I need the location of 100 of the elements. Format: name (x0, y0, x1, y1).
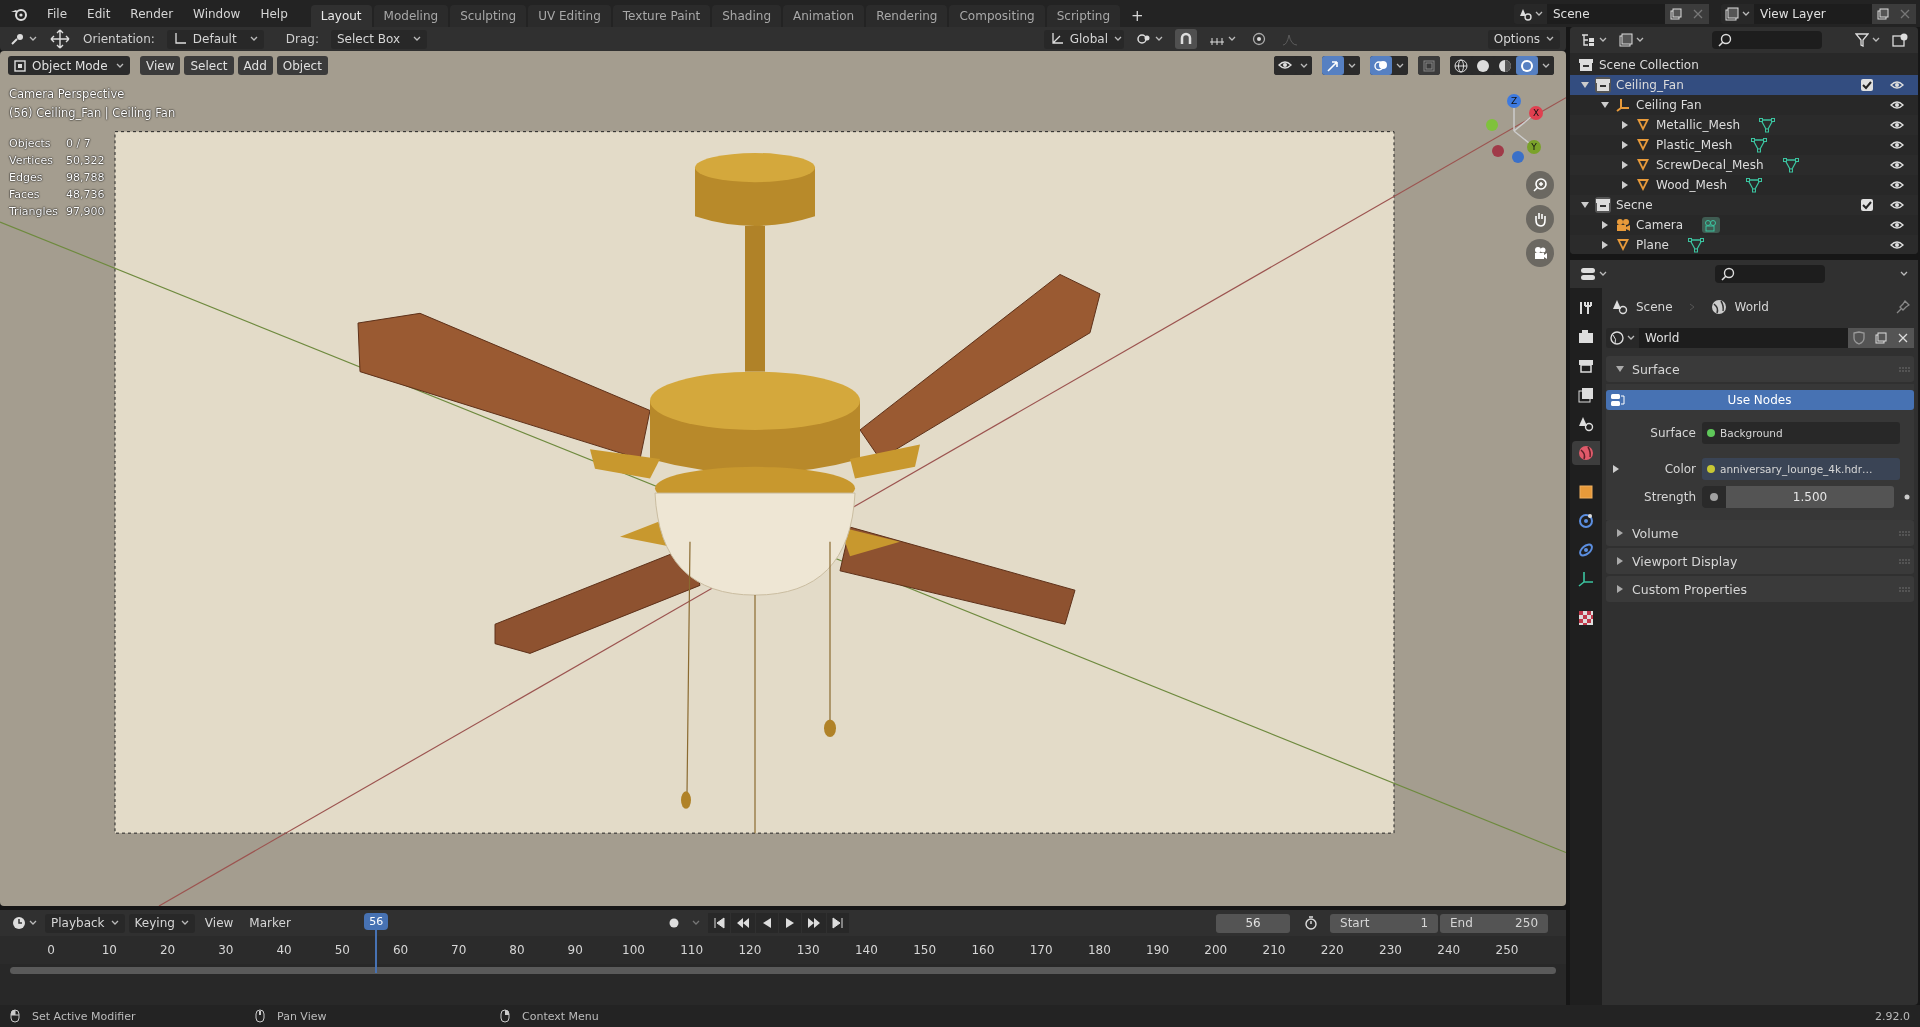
menu-item[interactable]: View (198, 913, 240, 933)
status-hint: Context Menu (522, 1009, 599, 1023)
frame-number: 30 (218, 943, 234, 957)
xray-toggle[interactable] (1418, 56, 1440, 75)
tree-item[interactable]: Ceiling_Fan (1570, 75, 1918, 95)
exclude-checkbox[interactable] (1861, 79, 1873, 91)
workspace-tab[interactable]: Texture Paint (612, 5, 711, 27)
gizmo-toggle[interactable] (1322, 56, 1344, 75)
menu-item[interactable]: Keying (128, 913, 195, 933)
exclude-checkbox[interactable] (1861, 199, 1873, 211)
menu-item[interactable]: Edit (78, 2, 120, 25)
options-dropdown[interactable]: Options (1487, 29, 1560, 49)
tree-item-label: Plane (1636, 238, 1669, 252)
panel-header[interactable]: Viewport Display (1606, 548, 1914, 574)
view-layer-field[interactable]: View Layer (1754, 3, 1872, 24)
menu-item[interactable]: File (38, 2, 77, 25)
object-mode-dropdown[interactable]: Object Mode (8, 56, 130, 75)
workspace-tab[interactable]: Scripting (1046, 5, 1121, 27)
tree-item-label: Metallic_Mesh (1656, 118, 1740, 132)
camera-view-button[interactable] (1526, 239, 1554, 267)
pivot-icon (1135, 32, 1152, 46)
workspace-tab[interactable]: Layout (310, 5, 372, 27)
menu-item[interactable]: Help (251, 2, 297, 25)
copy-button[interactable] (1872, 3, 1894, 24)
link-icon (1578, 542, 1594, 558)
zoom-button[interactable] (1526, 171, 1554, 199)
play-icon (783, 917, 796, 929)
menu-item[interactable]: View (140, 56, 181, 75)
status-hint: Pan View (277, 1009, 327, 1023)
copy-button[interactable] (1665, 3, 1687, 24)
frame-ruler[interactable]: 0 10 20 30 40 50 60 70 80 90 100 110 120 130 140 150 160 170 180 190 200 210 220 230 240 250 (0, 936, 1566, 964)
menu-item[interactable]: Add (237, 56, 273, 75)
frame-number: 160 (971, 943, 995, 957)
caret-icon (1627, 335, 1635, 341)
menu-item[interactable]: Select (184, 56, 234, 75)
tree-item[interactable]: Ceiling Fan (1570, 95, 1918, 115)
play-button[interactable] (778, 913, 801, 933)
workspace-tab[interactable]: Shading (712, 5, 781, 27)
pan-button[interactable] (1526, 205, 1554, 233)
image-stack-icon (1619, 33, 1633, 47)
close-button[interactable] (1894, 3, 1916, 24)
panel-header[interactable]: Custom Properties (1606, 576, 1914, 602)
stat-value: 50,322 (65, 154, 105, 167)
workspace-tab[interactable]: Compositing (949, 5, 1045, 27)
tree-item[interactable]: Plane (1570, 235, 1918, 254)
axis-gizmo[interactable]: Z X Y (1478, 93, 1552, 167)
search-field[interactable] (1715, 265, 1825, 283)
workspace-tab[interactable]: UV Editing (528, 5, 611, 27)
caret-icon (1154, 36, 1163, 42)
playhead[interactable]: 56 (364, 913, 389, 930)
menu-item[interactable]: Object (276, 56, 328, 75)
workspace-tab[interactable]: Sculpting (450, 5, 527, 27)
caret-icon (110, 920, 119, 926)
workspace-tab[interactable]: Modeling (373, 5, 449, 27)
drag-dropdown[interactable]: Select Box (331, 29, 427, 49)
node-link-field[interactable]: anniversary_lounge_4k.hdr… (1702, 458, 1900, 480)
orientation-dropdown[interactable]: Default (166, 29, 264, 49)
menu-item[interactable]: Window (184, 2, 250, 25)
caret-icon (1599, 37, 1607, 43)
world-name-field[interactable]: World (1639, 328, 1848, 348)
caret-icon (1599, 271, 1607, 277)
end-frame-field[interactable]: End 250 (1440, 913, 1548, 933)
workspace-tab[interactable]: Rendering (866, 5, 948, 27)
menu-item[interactable]: Marker (243, 913, 297, 933)
world-browse-dropdown[interactable] (1606, 328, 1639, 348)
jump-end-button[interactable] (826, 913, 849, 933)
workspace-tab[interactable]: Animation (783, 5, 865, 27)
snap-toggle[interactable] (1174, 29, 1197, 49)
view-layer-type-dropdown[interactable] (1721, 3, 1754, 24)
play-reverse-button[interactable] (755, 913, 778, 933)
add-workspace-button[interactable]: + (1122, 5, 1153, 27)
tree-item[interactable]: Camera (1570, 215, 1918, 235)
tree-item[interactable]: Wood_Mesh (1570, 175, 1918, 195)
panel-header[interactable]: Surface (1606, 356, 1914, 382)
use-nodes-button[interactable]: Use Nodes (1606, 390, 1914, 410)
panel-header[interactable]: Volume (1606, 520, 1914, 546)
scrollbar[interactable] (10, 967, 1556, 974)
scene-type-dropdown[interactable] (1514, 3, 1547, 24)
scene-field[interactable]: Scene (1547, 3, 1665, 24)
tree-item[interactable]: Plastic_Mesh (1570, 135, 1918, 155)
close-button[interactable] (1687, 3, 1709, 24)
stat-label: Triangles (9, 205, 58, 218)
node-link-field[interactable]: Background (1702, 422, 1900, 444)
next-keyframe-button[interactable] (801, 913, 826, 933)
start-frame-field[interactable]: Start 1 (1330, 913, 1438, 933)
menu-item[interactable]: Playback (45, 913, 125, 933)
overlay-toggle[interactable] (1370, 56, 1392, 75)
prev-keyframe-button[interactable] (730, 913, 755, 933)
frame-number: 80 (509, 943, 525, 957)
unlink-button[interactable] (1892, 328, 1914, 348)
transform-orientation-dropdown[interactable]: Global (1043, 29, 1124, 49)
mouse-icon (255, 1009, 265, 1023)
shading-mode-button[interactable] (1516, 56, 1538, 75)
object-info: (56) Ceiling_Fan | Ceiling Fan (9, 106, 176, 120)
search-field[interactable] (1712, 31, 1822, 49)
caret-icon (413, 36, 421, 42)
current-frame-field[interactable]: 56 (1216, 913, 1290, 933)
jump-start-button[interactable] (707, 913, 730, 933)
fake-user-button[interactable] (1848, 328, 1870, 348)
menu-item[interactable]: Render (121, 2, 183, 25)
